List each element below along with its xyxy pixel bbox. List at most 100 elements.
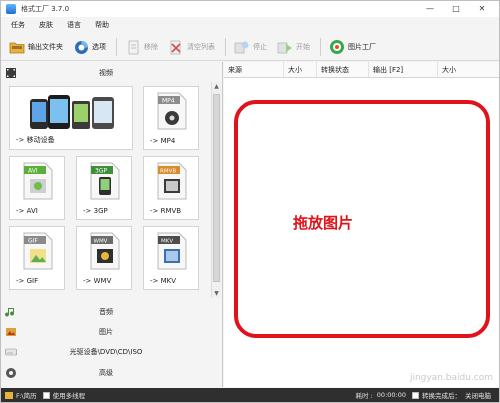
mobile-devices-icon: [30, 95, 114, 129]
category-picture-label: 图片: [99, 328, 113, 336]
mkv-badge-text: MKV: [161, 239, 173, 245]
toolbar-separator: [116, 38, 117, 56]
app-logo-icon: [6, 4, 16, 14]
format-scrollbar[interactable]: ▲ ▼: [211, 82, 221, 298]
column-output-size[interactable]: 大小: [438, 62, 499, 78]
scroll-thumb[interactable]: [213, 94, 220, 282]
close-button[interactable]: ✕: [469, 2, 495, 15]
start-button[interactable]: 开始: [277, 36, 310, 58]
gif-badge-text: GIF: [28, 238, 38, 245]
minimize-button[interactable]: —: [417, 2, 443, 15]
stop-label: 停止: [253, 43, 267, 51]
gif-file-icon: GIF: [23, 232, 53, 270]
menu-task[interactable]: 任务: [11, 20, 25, 30]
tile-mkv-label: -> MKV: [150, 277, 177, 285]
tile-avi-label: -> AVI: [16, 207, 38, 215]
3gp-badge-text: 3GP: [95, 168, 107, 175]
elapsed-time-label: 耗时 :: [355, 392, 373, 400]
tile-gif-label: -> GIF: [16, 277, 39, 285]
elapsed-time-value: 00:00:00: [376, 391, 406, 399]
column-output[interactable]: 输出 [F2]: [369, 62, 438, 78]
mp4-badge-text: MP4: [162, 98, 175, 105]
shutdown-option[interactable]: 关闭电脑: [465, 390, 491, 400]
task-list-header: 来源 大小 转换状态 输出 [F2] 大小: [224, 62, 499, 78]
column-size[interactable]: 大小: [284, 62, 317, 78]
tile-wmv[interactable]: WMV -> WMV: [76, 226, 132, 290]
mp4-file-icon: MP4: [157, 92, 187, 130]
drop-zone-highlight: 拖放图片: [234, 100, 490, 338]
tile-mp4[interactable]: MP4 -> MP4: [143, 86, 199, 150]
avi-file-icon: AVI: [23, 162, 53, 200]
start-icon: [277, 39, 293, 55]
clear-list-label: 清空列表: [187, 43, 215, 51]
category-video-label: 视频: [99, 69, 113, 77]
clear-list-icon: [168, 39, 184, 55]
tile-3gp[interactable]: 3GP -> 3GP: [76, 156, 132, 220]
category-video[interactable]: 视频: [1, 64, 223, 82]
watermark-text: jingyan.baidu.com: [409, 373, 493, 383]
options-button[interactable]: 选项: [73, 36, 106, 58]
category-advanced[interactable]: 高级: [1, 364, 223, 382]
output-folder-button[interactable]: 输出文件夹: [9, 36, 63, 58]
window-title: 格式工厂 3.7.0: [21, 5, 70, 13]
toolbar-separator: [225, 38, 226, 56]
remove-icon: [125, 39, 141, 55]
multithread-checkbox[interactable]: [42, 391, 50, 399]
stop-icon: [234, 39, 250, 55]
tile-gif[interactable]: GIF -> GIF: [9, 226, 65, 290]
toolbar: 输出文件夹 选项 移除 清空列表 停止 开始 图片工厂: [1, 34, 499, 61]
tile-wmv-label: -> WMV: [83, 277, 112, 285]
picture-factory-label: 图片工厂: [348, 43, 376, 51]
options-icon: [73, 39, 89, 55]
scroll-down-icon[interactable]: ▼: [212, 289, 221, 298]
avi-badge-text: AVI: [28, 168, 38, 175]
status-bar: F:\简历 使用多线程 耗时 : 00:00:00 转换完成后： 关闭电脑: [1, 388, 499, 402]
tile-mkv[interactable]: MKV -> MKV: [143, 226, 199, 290]
menu-skin[interactable]: 皮肤: [39, 20, 53, 30]
category-disc[interactable]: 光驱设备\DVD\CD\ISO: [1, 343, 223, 361]
folder-icon: [9, 39, 25, 55]
app-window: 格式工厂 3.7.0 — □ ✕ 任务 皮肤 语言 帮助 输出文件夹 选项 移除…: [0, 0, 500, 403]
multithread-label: 使用多线程: [52, 392, 86, 400]
after-convert-checkbox[interactable]: [412, 391, 419, 399]
category-disc-label: 光驱设备\DVD\CD\ISO: [69, 348, 143, 356]
wmv-file-icon: WMV: [90, 232, 120, 270]
task-list-panel[interactable]: 来源 大小 转换状态 输出 [F2] 大小 拖放图片 jingyan.baidu…: [224, 62, 499, 387]
menu-language[interactable]: 语言: [67, 20, 81, 30]
column-status[interactable]: 转换状态: [317, 62, 369, 78]
tile-3gp-label: -> 3GP: [83, 207, 108, 215]
mkv-file-icon: MKV: [157, 232, 187, 270]
stop-button[interactable]: 停止: [234, 36, 267, 58]
tile-avi[interactable]: AVI -> AVI: [9, 156, 65, 220]
category-advanced-label: 高级: [99, 369, 113, 377]
menu-help[interactable]: 帮助: [95, 20, 109, 30]
tile-rmvb[interactable]: RMVB -> RMVB: [143, 156, 199, 220]
3gp-file-icon: 3GP: [90, 162, 120, 200]
window-controls: — □ ✕: [417, 2, 495, 15]
wmv-badge-text: WMV: [94, 239, 108, 245]
title-bar: 格式工厂 3.7.0 — □ ✕: [1, 1, 499, 17]
after-convert-label: 转换完成后：: [422, 392, 461, 400]
drop-hint-text: 拖放图片: [293, 214, 354, 232]
menu-bar: 任务 皮肤 语言 帮助: [1, 18, 499, 32]
rmvb-badge-text: RMVB: [160, 169, 176, 175]
column-source[interactable]: 来源: [224, 62, 284, 78]
picture-factory-icon: [329, 39, 345, 55]
output-path-text[interactable]: F:\简历: [16, 390, 37, 400]
tile-rmvb-label: -> RMVB: [150, 207, 182, 215]
clear-list-button[interactable]: 清空列表: [168, 36, 215, 58]
remove-button[interactable]: 移除: [125, 36, 158, 58]
category-audio[interactable]: 音频: [1, 303, 223, 321]
toolbar-separator: [320, 38, 321, 56]
category-audio-label: 音频: [99, 308, 113, 316]
scroll-up-icon[interactable]: ▲: [212, 82, 221, 91]
rmvb-file-icon: RMVB: [157, 162, 187, 200]
category-picture[interactable]: 图片: [1, 323, 223, 341]
tile-mobile-devices[interactable]: -> 移动设备: [9, 86, 133, 150]
picture-factory-button[interactable]: 图片工厂: [329, 36, 376, 58]
maximize-button[interactable]: □: [443, 2, 469, 15]
tile-mobile-devices-label: -> 移动设备: [16, 136, 55, 144]
folder-path-icon: [5, 391, 13, 399]
output-folder-label: 输出文件夹: [28, 43, 63, 51]
start-label: 开始: [296, 43, 310, 51]
